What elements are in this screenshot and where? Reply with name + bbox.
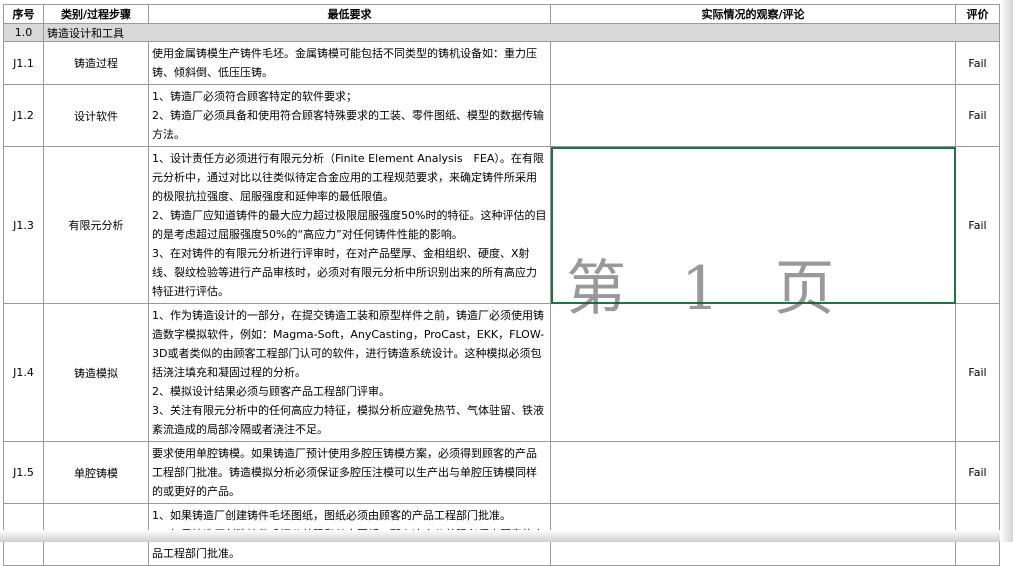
- row-number[interactable]: J1.2: [3, 84, 44, 147]
- row-rating[interactable]: Fail: [955, 146, 1000, 304]
- row-rating[interactable]: Fail: [955, 441, 1000, 504]
- header-no[interactable]: 序号: [3, 4, 44, 24]
- header-row: 序号 类别/过程步骤 最低要求 实际情况的观察/评论 评价: [3, 4, 1000, 24]
- row-category[interactable]: 铸造模拟: [43, 303, 149, 442]
- row-requirement[interactable]: 1、设计责任方必须进行有限元分析（Finite Element Analysis…: [148, 146, 551, 304]
- row-observation-selected-cell[interactable]: [550, 146, 956, 304]
- table-row: J1.4 铸造模拟 1、作为铸造设计的一部分，在提交铸造工装和原型样件之前，铸造…: [3, 303, 1000, 442]
- row-number[interactable]: J1.1: [3, 41, 44, 85]
- row-number[interactable]: J1.3: [3, 146, 44, 304]
- row-rating[interactable]: Fail: [955, 303, 1000, 442]
- header-observation[interactable]: 实际情况的观察/评论: [550, 4, 956, 24]
- row-rating[interactable]: Fail: [955, 41, 1000, 85]
- row-rating[interactable]: Fail: [955, 84, 1000, 147]
- bottom-page-edge: [0, 530, 1013, 542]
- header-category[interactable]: 类别/过程步骤: [43, 4, 149, 24]
- row-observation[interactable]: [550, 41, 956, 85]
- row-requirement[interactable]: 要求使用单腔铸模。如果铸造厂预计使用多腔压铸模方案，必须得到顾客的产品工程部门批…: [148, 441, 551, 504]
- row-requirement[interactable]: 使用金属铸模生产铸件毛坯。金属铸模可能包括不同类型的铸机设备如：重力压铸、倾斜倒…: [148, 41, 551, 85]
- table-row: J1.2 设计软件 1、铸造厂必须符合顾客特定的软件要求； 2、铸造厂必须具备和使…: [3, 84, 1000, 147]
- header-rating[interactable]: 评价: [955, 4, 1000, 24]
- right-page-edge: [1000, 0, 1013, 542]
- section-title[interactable]: 铸造设计和工具: [43, 23, 1000, 42]
- table-row: J1.1 铸造过程 使用金属铸模生产铸件毛坯。金属铸模可能包括不同类型的铸机设备…: [3, 41, 1000, 85]
- header-requirement[interactable]: 最低要求: [148, 4, 551, 24]
- section-row: 1.0 铸造设计和工具: [3, 23, 1000, 42]
- row-requirement[interactable]: 1、作为铸造设计的一部分，在提交铸造工装和原型样件之前，铸造厂必须使用铸造数字模…: [148, 303, 551, 442]
- section-number[interactable]: 1.0: [3, 23, 44, 42]
- table-row: J1.5 单腔铸模 要求使用单腔铸模。如果铸造厂预计使用多腔压铸模方案，必须得到…: [3, 441, 1000, 504]
- row-requirement[interactable]: 1、铸造厂必须符合顾客特定的软件要求； 2、铸造厂必须具备和使用符合顾客特殊要求的…: [148, 84, 551, 147]
- row-category[interactable]: 铸造过程: [43, 41, 149, 85]
- row-category[interactable]: 设计软件: [43, 84, 149, 147]
- row-category[interactable]: 单腔铸模: [43, 441, 149, 504]
- row-number[interactable]: J1.4: [3, 303, 44, 442]
- table-row: J1.3 有限元分析 1、设计责任方必须进行有限元分析（Finite Eleme…: [3, 146, 1000, 304]
- row-number[interactable]: J1.5: [3, 441, 44, 504]
- row-observation[interactable]: [550, 441, 956, 504]
- row-observation[interactable]: [550, 84, 956, 147]
- row-observation[interactable]: [550, 303, 956, 442]
- row-category[interactable]: 有限元分析: [43, 146, 149, 304]
- requirements-table: 序号 类别/过程步骤 最低要求 实际情况的观察/评论 评价 1.0 铸造设计和工…: [3, 4, 1000, 566]
